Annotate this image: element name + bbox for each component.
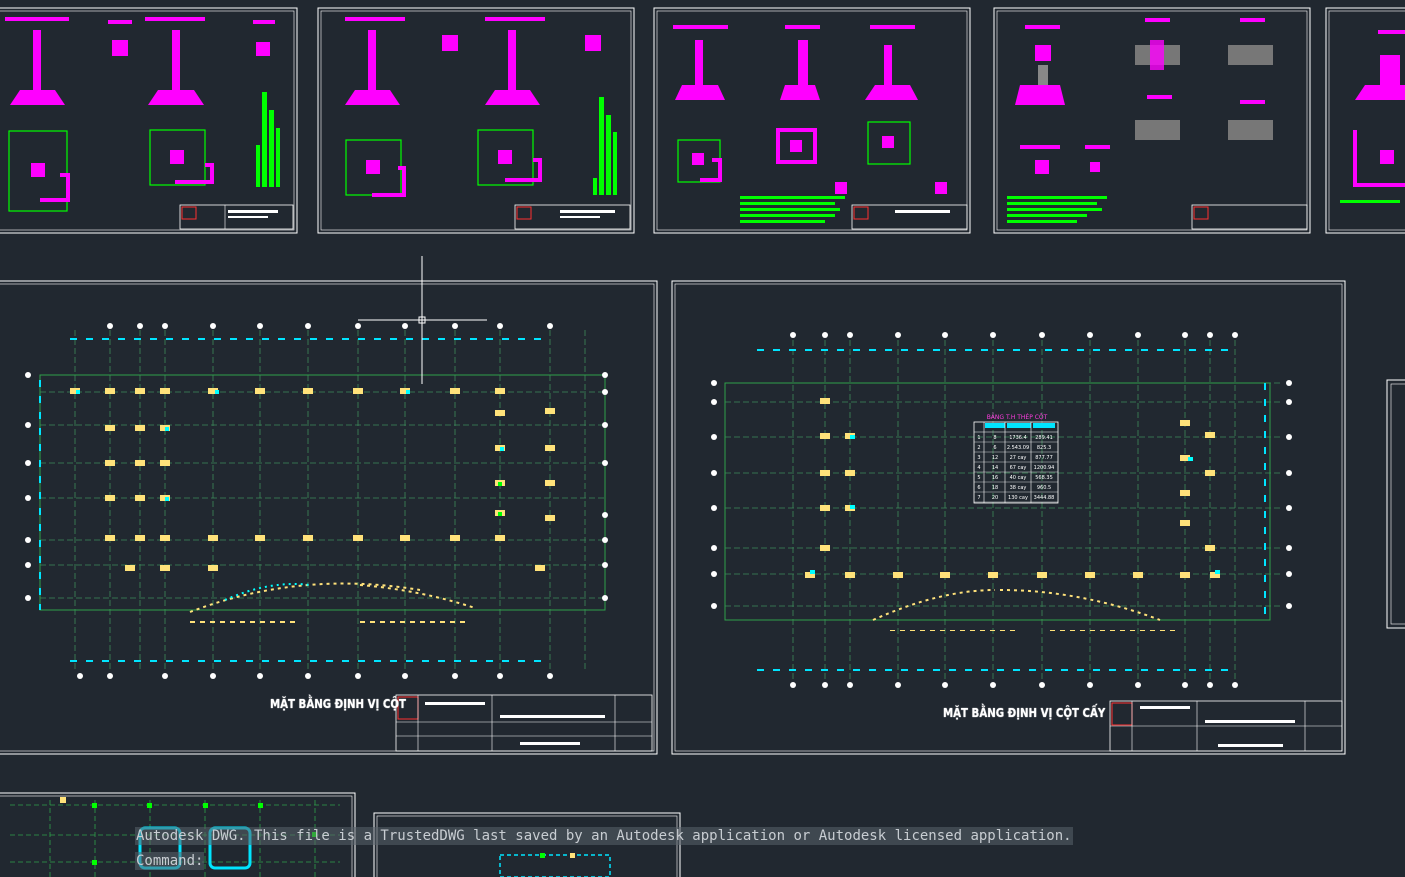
steel-table-cell: 5 xyxy=(977,475,980,481)
drawing-canvas[interactable]: BẢNG T.H THÉP CỘT 1 8 1736.4 289.412 6 2.543.… xyxy=(0,0,1405,877)
plan-title-inserted-columns: MẶT BẰNG ĐỊNH VỊ CỘT CẤY xyxy=(943,706,1106,720)
steel-table-cell: 2.543.09 xyxy=(1007,445,1029,451)
steel-table-cell: 1 xyxy=(977,435,980,441)
steel-table-cell: 20 xyxy=(992,495,998,501)
steel-table-cell: 1200.94 xyxy=(1034,465,1055,471)
steel-table-cell: 8 xyxy=(993,435,996,441)
steel-table-cell: 12 xyxy=(992,455,998,461)
steel-table-title: BẢNG T.H THÉP CỘT xyxy=(987,413,1048,421)
steel-table-cell: 6 xyxy=(977,485,980,491)
sheet-top-3[interactable] xyxy=(653,7,971,234)
sheet-top-4[interactable] xyxy=(993,7,1311,234)
steel-table-cell: 7 xyxy=(977,495,980,501)
plan-title-column-layout: MẶT BẰNG ĐỊNH VỊ CỘT xyxy=(270,697,407,711)
steel-table-cell: 3 xyxy=(977,455,980,461)
steel-table-cell: 568.35 xyxy=(1035,475,1053,481)
steel-table-cell: 6 xyxy=(993,445,996,451)
command-prompt[interactable]: Command: xyxy=(135,852,205,870)
steel-table-cell: 1736.4 xyxy=(1009,435,1027,441)
steel-table-cell: 960.5 xyxy=(1037,485,1051,491)
sheet-right-partial[interactable] xyxy=(1386,379,1405,629)
steel-table-cell: 877.77 xyxy=(1035,455,1053,461)
steel-table-cell: 289.41 xyxy=(1035,435,1053,441)
steel-table-cell: 825.3 xyxy=(1037,445,1051,451)
sheet-plan-inserted-columns[interactable]: BẢNG T.H THÉP CỘT 1 8 1736.4 289.412 6 2.543.… xyxy=(671,280,1346,755)
sheet-top-5[interactable] xyxy=(1325,7,1405,234)
sheet-top-2[interactable] xyxy=(317,7,635,234)
sheet-plan-column-layout[interactable] xyxy=(0,280,658,755)
steel-table-cell: 3444.88 xyxy=(1034,495,1055,501)
steel-table-cell: 67 cay xyxy=(1010,465,1027,471)
sheet-top-1[interactable] xyxy=(0,7,298,234)
steel-table-cell: 27 cay xyxy=(1010,455,1027,461)
steel-table-cell: 4 xyxy=(977,465,980,471)
steel-summary-table: BẢNG T.H THÉP CỘT 1 8 1736.4 289.412 6 2.543.… xyxy=(973,413,1059,504)
steel-table-cell: 130 cay xyxy=(1008,495,1028,501)
steel-table-cell: 2 xyxy=(977,445,980,451)
steel-table-cell: 16 xyxy=(992,475,998,481)
command-history-line: Autodesk DWG. This file is a TrustedDWG … xyxy=(135,827,1073,845)
steel-table-cell: 14 xyxy=(992,465,998,471)
steel-table-cell: 18 xyxy=(992,485,998,491)
steel-table-cell: 38 cay xyxy=(1010,485,1027,491)
steel-table-cell: 40 cay xyxy=(1010,475,1027,481)
sheet-bottom-2[interactable] xyxy=(373,812,681,877)
